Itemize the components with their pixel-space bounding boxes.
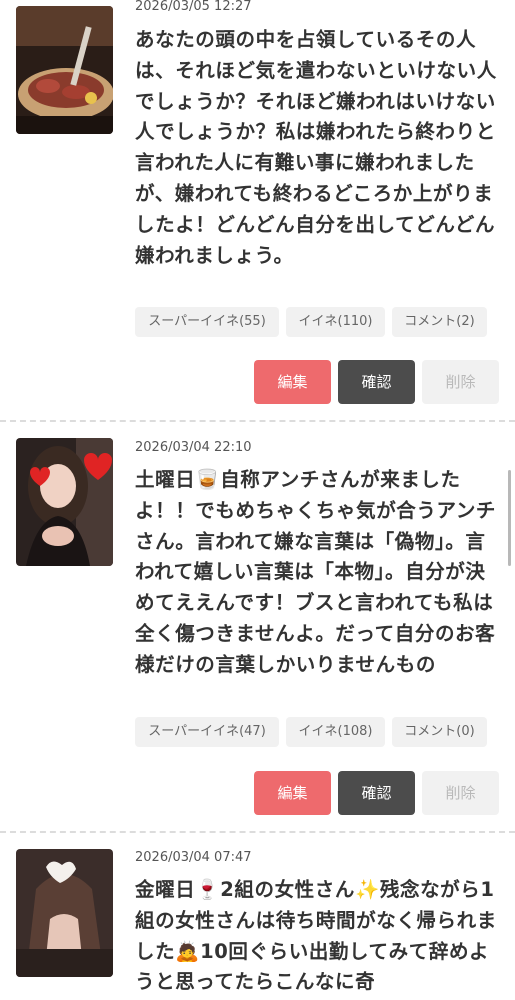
edit-button[interactable]: 編集 [254,360,331,404]
comment-button[interactable]: コメント(0) [392,717,487,747]
post-date: 2026/03/04 22:10 [135,440,252,455]
post-body: 金曜日🍷2組の女性さん✨残念ながら1組の女性さんは待ち時間がなく帰られました🙇1… [135,875,497,998]
post-body: あなたの頭の中を占領しているその人は、それほど気を遣わないといけない人でしょうか… [135,28,497,267]
confirm-button[interactable]: 確認 [338,360,415,404]
confirm-button[interactable]: 確認 [338,771,415,815]
like-button[interactable]: イイネ(108) [286,717,385,747]
comment-button[interactable]: コメント(2) [392,307,487,337]
whisky-glass-icon: 🥃 [195,468,221,491]
wine-glass-icon: 🍷 [195,878,221,901]
delete-button[interactable]: 削除 [422,360,499,404]
post-date: 2026/03/05 12:27 [135,0,252,14]
sparkles-icon: ✨ [354,878,380,901]
post-body-part: 自称アンチさんが来ましたよ！！でもめちゃくちゃ気が合うアンチさん。言われて嫌な言… [135,468,497,676]
super-like-button[interactable]: スーパーイイネ(55) [135,307,279,337]
post-divider [0,420,515,422]
post-photo-back[interactable] [16,849,113,977]
delete-button[interactable]: 削除 [422,771,499,815]
scrollbar[interactable] [508,470,511,566]
like-button[interactable]: イイネ(110) [286,307,385,337]
super-like-button[interactable]: スーパーイイネ(47) [135,717,279,747]
post-body-part: 土曜日 [135,468,196,491]
post-photo-steak[interactable] [16,6,113,134]
bowing-person-icon: 🙇 [175,939,201,963]
post-photo-portrait[interactable] [16,438,113,566]
post-body: 土曜日🥃自称アンチさんが来ましたよ！！でもめちゃくちゃ気が合うアンチさん。言われ… [135,465,497,681]
post-date: 2026/03/04 07:47 [135,850,252,865]
edit-button[interactable]: 編集 [254,771,331,815]
post-body-part: 金曜日 [135,878,196,901]
post-body-part: 2組の女性さん [220,878,355,901]
post-divider [0,831,515,833]
